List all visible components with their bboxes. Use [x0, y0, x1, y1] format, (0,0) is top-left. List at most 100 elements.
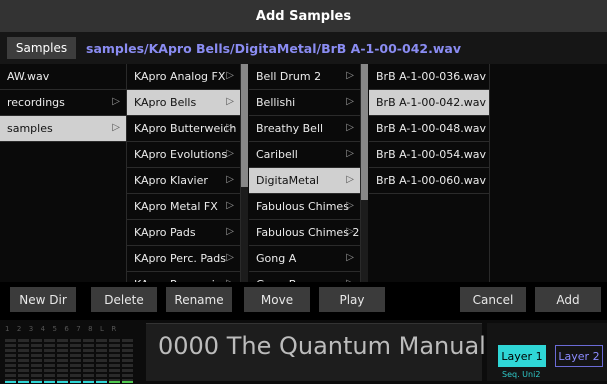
list-item[interactable]: BrB A-1-00-060.wav	[369, 168, 489, 194]
meter-bars	[5, 339, 140, 383]
list-item-label: KApro Metal FX	[134, 200, 218, 213]
meter-bar-5	[57, 339, 68, 383]
chevron-right-icon: ▷	[226, 174, 234, 185]
path-bar: Samples samples/KApro Bells/DigitaMetal/…	[0, 32, 607, 64]
list-item[interactable]: DigitaMetal ▷	[249, 168, 360, 194]
list-item[interactable]: AW.wav	[0, 64, 126, 90]
list-item[interactable]: Gong B ▷	[249, 272, 360, 282]
browser-column-samples: KApro Analog FX ▷ KApro Bells ▷ KApro Butter…	[127, 64, 241, 282]
list-item-label: BrB A-1-00-042.wav	[376, 96, 487, 109]
chevron-right-icon: ▷	[226, 278, 234, 282]
browser-column-bells: Bell Drum 2 ▷ Bellishi ▷ Breathy Bell ▷ Caribe…	[249, 64, 361, 282]
chevron-right-icon: ▷	[346, 122, 354, 133]
list-item-label: Bell Drum 2	[256, 70, 322, 83]
chevron-right-icon: ▷	[346, 148, 354, 159]
current-path: samples/KApro Bells/DigitaMetal/BrB A-1-…	[86, 40, 461, 56]
rename-button[interactable]: Rename	[166, 287, 232, 312]
layer-2-button[interactable]: Layer 2	[555, 345, 603, 367]
list-item-label: Breathy Bell	[256, 122, 324, 135]
list-item-label: samples	[7, 122, 53, 135]
chevron-right-icon: ▷	[226, 226, 234, 237]
chevron-right-icon: ▷	[346, 252, 354, 263]
browser-column-root: AW.wav recordings ▷ samples ▷	[0, 64, 127, 282]
action-bar: New Dir Delete Rename Move Play Cancel A…	[0, 285, 607, 315]
column-3-scrollbar[interactable]	[361, 64, 368, 282]
chevron-right-icon: ▷	[226, 148, 234, 159]
chevron-right-icon: ▷	[226, 70, 234, 81]
list-item-label: Fabulous Chimes 2	[256, 226, 360, 239]
chevron-right-icon: ▷	[346, 278, 354, 282]
list-item-label: recordings	[7, 96, 65, 109]
list-item-label: KApro Bells	[134, 96, 197, 109]
list-item[interactable]: KApro Evolutions ▷	[127, 142, 240, 168]
list-item[interactable]: Fabulous Chimes 2 ▷	[249, 220, 360, 246]
list-item[interactable]: Bell Drum 2 ▷	[249, 64, 360, 90]
list-item-label: Caribell	[256, 148, 298, 161]
list-item[interactable]: KApro Percussion▷	[127, 272, 240, 282]
list-item[interactable]: BrB A-1-00-054.wav	[369, 142, 489, 168]
list-item[interactable]: BrB A-1-00-042.wav	[369, 90, 489, 116]
list-item-label: KApro Klavier	[134, 174, 208, 187]
browser-column-files: BrB A-1-00-036.wav BrB A-1-00-042.wav BrB …	[369, 64, 490, 282]
list-item[interactable]: KApro Klavier ▷	[127, 168, 240, 194]
list-item[interactable]: KApro Pads ▷	[127, 220, 240, 246]
list-item[interactable]: recordings ▷	[0, 90, 126, 116]
sequence-label: Seq. Uni2	[502, 370, 541, 379]
list-item-label: Gong B	[256, 278, 296, 282]
list-item[interactable]: KApro Metal FX ▷	[127, 194, 240, 220]
add-button[interactable]: Add	[535, 287, 601, 312]
list-item[interactable]: Gong A ▷	[249, 246, 360, 272]
list-item-label: DigitaMetal	[256, 174, 319, 187]
chevron-right-icon: ▷	[226, 200, 234, 211]
list-item-label: BrB A-1-00-054.wav	[376, 148, 487, 161]
move-button[interactable]: Move	[244, 287, 310, 312]
list-item[interactable]: BrB A-1-00-036.wav	[369, 64, 489, 90]
column-2-scrollbar[interactable]	[241, 64, 248, 282]
list-item[interactable]: Bellishi ▷	[249, 90, 360, 116]
chevron-right-icon: ▷	[226, 252, 234, 263]
list-item[interactable]: Breathy Bell ▷	[249, 116, 360, 142]
list-item-label: KApro Butterweich	[134, 122, 237, 135]
chevron-right-icon: ▷	[346, 226, 354, 237]
list-item[interactable]: Fabulous Chimes ▷	[249, 194, 360, 220]
display-text: 0000 The Quantum Manual	[158, 332, 486, 360]
meter-bar-1	[5, 339, 16, 383]
layer-1-button[interactable]: Layer 1	[498, 345, 546, 367]
list-item[interactable]: KApro Perc. Pads ▷	[127, 246, 240, 272]
list-item-label: KApro Analog FX	[134, 70, 226, 83]
file-browser: AW.wav recordings ▷ samples ▷ KApro Analog F…	[0, 64, 607, 282]
meter-bar-3	[31, 339, 42, 383]
meter-channel-labels: 1 2 3 4 5 6 7 8 L R	[5, 325, 119, 333]
meter-bar-r	[122, 339, 133, 383]
meter-bar-8	[96, 339, 107, 383]
list-item-label: BrB A-1-00-036.wav	[376, 70, 487, 83]
play-button[interactable]: Play	[319, 287, 385, 312]
meter-bar-l	[109, 339, 120, 383]
list-item[interactable]: BrB A-1-00-048.wav	[369, 116, 489, 142]
list-item[interactable]: Caribell ▷	[249, 142, 360, 168]
list-item[interactable]: KApro Bells ▷	[127, 90, 240, 116]
chevron-right-icon: ▷	[226, 122, 234, 133]
list-item-label: KApro Evolutions	[134, 148, 228, 161]
layer-selector: Layer 1 Layer 2 Seq. Uni2	[487, 323, 607, 381]
list-item[interactable]: KApro Analog FX ▷	[127, 64, 240, 90]
list-item-label: KApro Pads	[134, 226, 196, 239]
chevron-right-icon: ▷	[346, 200, 354, 211]
meter-bar-6	[70, 339, 81, 383]
cancel-button[interactable]: Cancel	[460, 287, 526, 312]
column-3-scroll-thumb[interactable]	[361, 64, 368, 200]
chevron-right-icon: ▷	[346, 70, 354, 81]
status-area: 1 2 3 4 5 6 7 8 L R 0000 The Quantum Man…	[0, 320, 607, 384]
list-item[interactable]: KApro Butterweich ▷	[127, 116, 240, 142]
browser-column-empty	[490, 64, 607, 282]
samples-root-button[interactable]: Samples	[7, 37, 76, 59]
delete-button[interactable]: Delete	[91, 287, 157, 312]
chevron-right-icon: ▷	[112, 122, 120, 133]
meter-bar-4	[44, 339, 55, 383]
list-item-label: Bellishi	[256, 96, 296, 109]
new-dir-button[interactable]: New Dir	[10, 287, 76, 312]
column-2-scroll-thumb[interactable]	[241, 64, 248, 187]
list-item-label: AW.wav	[7, 70, 50, 83]
list-item-label: BrB A-1-00-060.wav	[376, 174, 487, 187]
list-item[interactable]: samples ▷	[0, 116, 126, 142]
